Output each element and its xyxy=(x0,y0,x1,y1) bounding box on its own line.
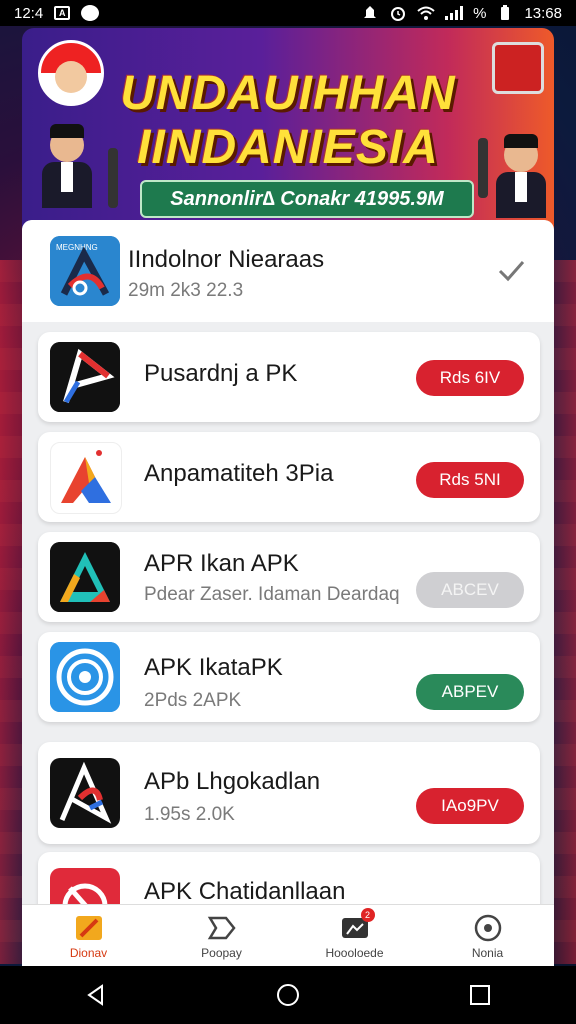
app-list[interactable]: MEGNHNG IIndolnor Niearaas 29m 2k3 22.3 … xyxy=(22,220,554,905)
nav-label: Nonia xyxy=(471,946,504,960)
app-meta: 1.95s 2.0K xyxy=(144,804,235,825)
app-name: APb Lhgokadlan xyxy=(144,768,321,795)
check-icon[interactable] xyxy=(496,256,526,286)
list-item[interactable]: APR Ikan APK Pdear Zaser. Idaman Deardaq… xyxy=(38,532,540,622)
alarm-icon xyxy=(389,5,407,21)
status-bar: 12:4 A % 13:68 xyxy=(0,0,576,26)
back-icon xyxy=(87,984,103,1006)
app-action-button[interactable]: IAo9PV xyxy=(416,788,524,824)
list-item[interactable]: APK IkataPK 2Pds 2APK ABPEV xyxy=(38,632,540,722)
svg-text:MEGNHNG: MEGNHNG xyxy=(56,243,98,252)
list-item[interactable]: MEGNHNG IIndolnor Niearaas 29m 2k3 22.3 xyxy=(22,220,554,322)
bottom-navigation: Dionav Poopay 2 Hoooloede Nonia xyxy=(22,904,554,967)
app-icon xyxy=(50,758,120,828)
home-circle-icon xyxy=(277,984,299,1006)
status-time-left: 12:4 xyxy=(14,4,44,22)
promo-banner[interactable]: UNDAUIHHAN IINDANIESIA Sannonlir∆ Conakr… xyxy=(22,28,554,228)
app-icon xyxy=(50,642,120,712)
app-action-button[interactable]: ABCEV xyxy=(416,572,524,608)
app-action-button[interactable]: Rds 6IV xyxy=(416,360,524,396)
app-icon: MEGNHNG xyxy=(50,236,120,306)
chat-icon xyxy=(206,912,238,944)
nav-label: Hoooloede xyxy=(325,946,384,960)
list-item[interactable]: Anpamatiteh 3Pia Rds 5NI xyxy=(38,432,540,522)
nav-label: Dionav xyxy=(69,946,108,960)
list-item[interactable]: APb Lhgokadlan 1.95s 2.0K IAo9PV xyxy=(38,742,540,844)
app-action-button[interactable]: ABPEV xyxy=(416,674,524,710)
banner-subtitle: Sannonlir∆ Conakr 41995.9M xyxy=(140,180,474,218)
banner-title-line1: UNDAUIHHAN xyxy=(120,67,456,120)
downloads-icon: 2 xyxy=(339,908,375,944)
nav-item-downloads[interactable]: 2 Hoooloede xyxy=(300,908,410,960)
app-name: IIndolnor Niearaas xyxy=(128,246,325,273)
notification-badge: 2 xyxy=(360,908,375,922)
app-name: APR Ikan APK xyxy=(144,550,299,577)
app-icon xyxy=(50,868,120,905)
battery-label: % xyxy=(473,4,487,22)
recents-icon xyxy=(470,985,490,1005)
app-meta: 29m 2k3 22.3 xyxy=(128,280,244,301)
list-item[interactable]: Pusardnj a PK Rds 6IV xyxy=(38,332,540,422)
app-action-button[interactable]: Rds 5NI xyxy=(416,462,524,498)
app-name: APK IkataPK xyxy=(144,654,283,681)
signal-icon xyxy=(445,6,464,20)
gallery-notification-icon: A xyxy=(53,5,71,21)
app-meta: Pdear Zaser. Idaman Deardaq xyxy=(144,584,400,605)
app-meta: 2Pds 2APK xyxy=(144,690,242,711)
app-name: APK Chatidanllaan xyxy=(144,878,346,905)
wifi-icon xyxy=(417,5,435,21)
system-navigation-bar xyxy=(0,966,576,1024)
home-icon xyxy=(73,912,105,944)
back-button[interactable] xyxy=(66,975,126,1015)
app-icon xyxy=(50,542,120,612)
nav-item-chat[interactable]: Poopay xyxy=(167,912,277,960)
app-name: Pusardnj a PK xyxy=(144,360,298,387)
nav-item-profile[interactable]: Nonia xyxy=(433,912,543,960)
battery-icon xyxy=(496,5,514,21)
app-icon xyxy=(50,442,122,514)
nav-label: Poopay xyxy=(201,946,242,960)
notification-icon xyxy=(361,5,379,21)
banner-title-line2: IINDANIESIA xyxy=(137,121,439,174)
app-icon xyxy=(50,342,120,412)
app-name: Anpamatiteh 3Pia xyxy=(144,460,334,487)
status-time-right: 13:68 xyxy=(524,4,562,22)
home-button[interactable] xyxy=(258,975,318,1015)
profile-icon xyxy=(472,912,504,944)
nav-item-home[interactable]: Dionav xyxy=(34,912,144,960)
message-notification-icon xyxy=(81,5,100,21)
recents-button[interactable] xyxy=(450,975,510,1015)
list-item[interactable]: APK Chatidanllaan xyxy=(38,852,540,905)
